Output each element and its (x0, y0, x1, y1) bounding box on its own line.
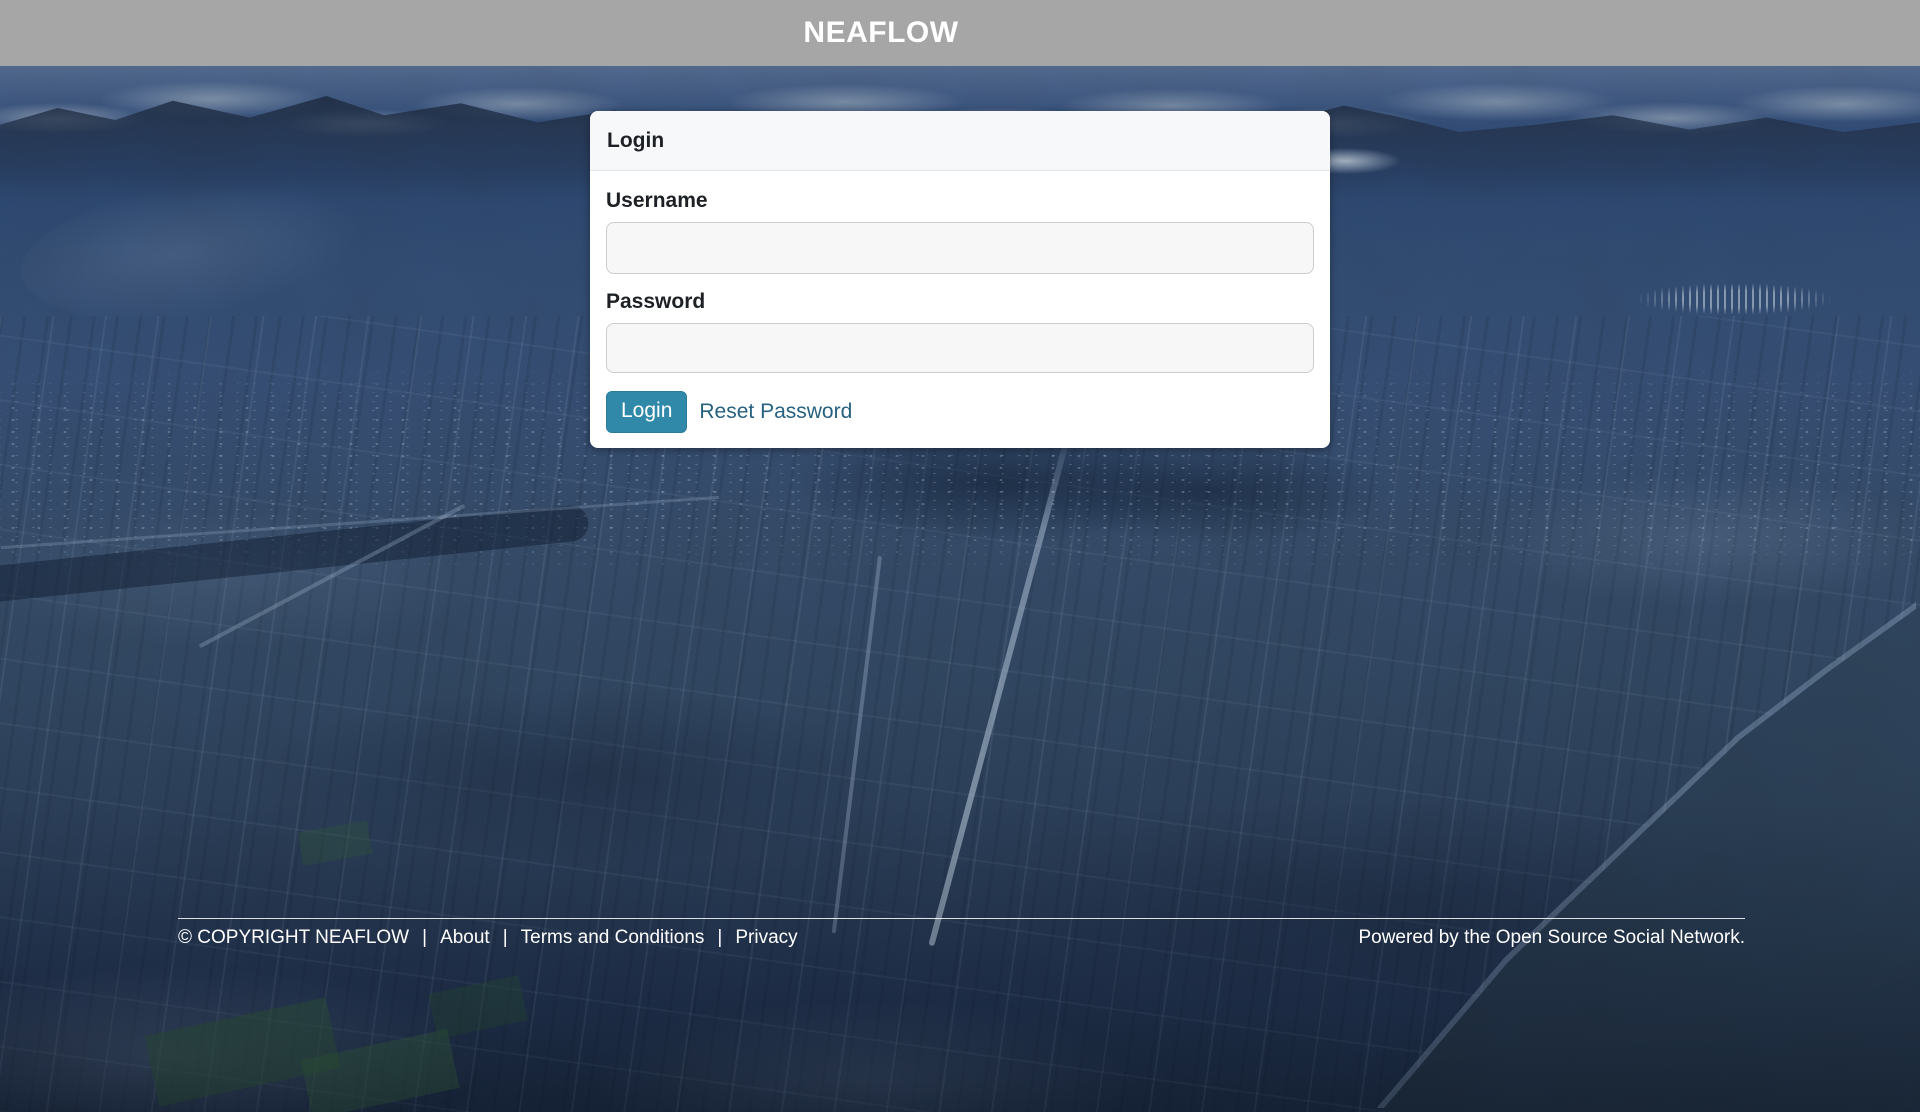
footer-separator: | (717, 927, 722, 949)
footer: © COPYRIGHT NEAFLOW | About | Terms and … (178, 918, 1745, 949)
login-card-header: Login (590, 111, 1330, 171)
username-label: Username (606, 189, 1314, 213)
password-input[interactable] (606, 323, 1314, 373)
footer-separator: | (422, 927, 427, 949)
login-form: Username Password Login Reset Password (590, 171, 1330, 448)
login-button[interactable]: Login (606, 391, 687, 433)
username-input[interactable] (606, 222, 1314, 274)
footer-link-about[interactable]: About (440, 927, 490, 949)
powered-by-text: Powered by the Open Source Social Networ… (1358, 927, 1745, 949)
top-header: NEAFLOW (0, 0, 1920, 66)
footer-left: © COPYRIGHT NEAFLOW | About | Terms and … (178, 927, 798, 949)
footer-link-privacy[interactable]: Privacy (735, 927, 797, 949)
password-label: Password (606, 290, 1314, 314)
login-card-title: Login (607, 129, 664, 152)
login-card: Login Username Password Login Reset Pass… (590, 111, 1330, 448)
footer-separator: | (503, 927, 508, 949)
reset-password-link[interactable]: Reset Password (699, 400, 852, 424)
login-actions: Login Reset Password (606, 391, 1314, 433)
site-title: NEAFLOW (803, 0, 958, 66)
footer-link-terms[interactable]: Terms and Conditions (521, 927, 705, 949)
copyright-text: © COPYRIGHT NEAFLOW (178, 927, 409, 949)
